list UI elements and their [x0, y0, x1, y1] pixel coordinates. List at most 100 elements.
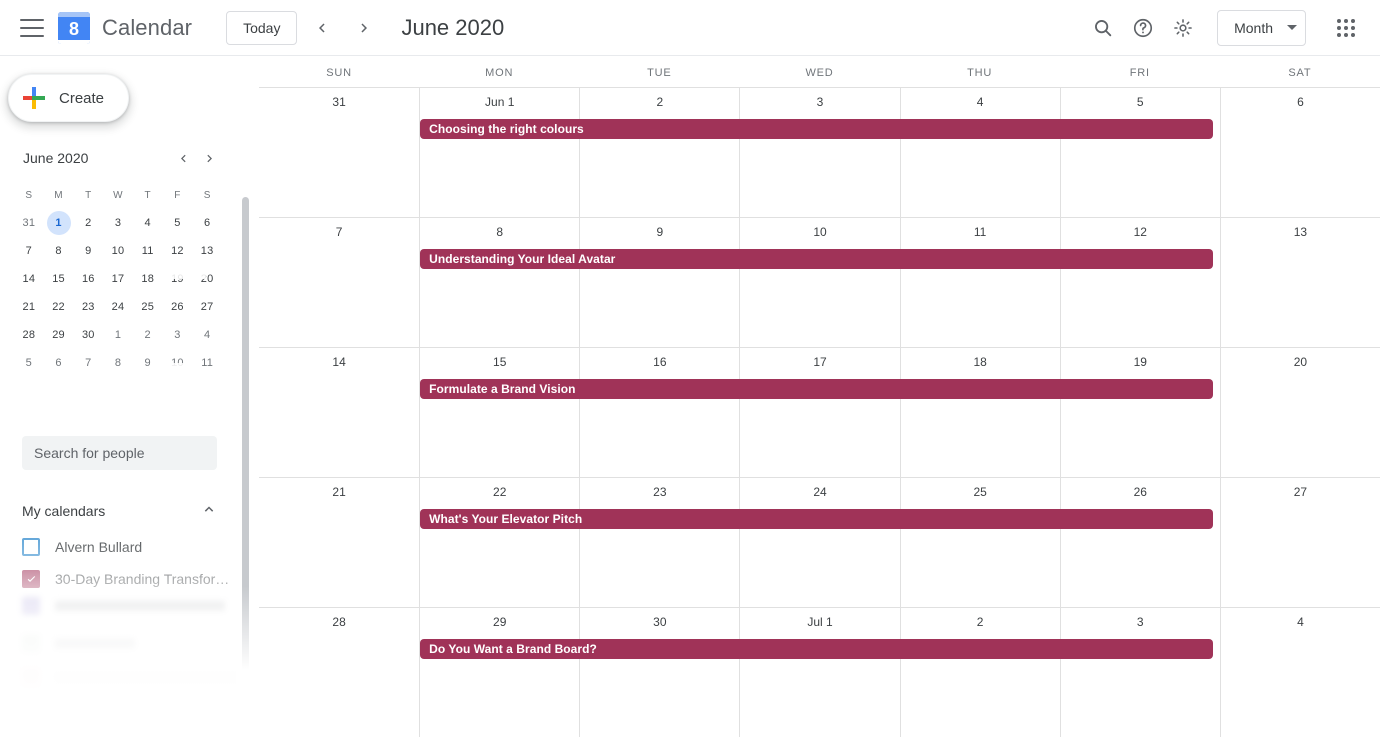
mini-calendar-day[interactable]: 20: [192, 265, 222, 293]
mini-calendar-day[interactable]: 19: [163, 265, 193, 293]
calendar-day-cell[interactable]: 26: [1059, 478, 1220, 607]
mini-calendar-day[interactable]: 5: [14, 349, 44, 377]
calendar-day-number[interactable]: 15: [420, 355, 579, 369]
mini-calendar-day[interactable]: 11: [133, 237, 163, 265]
calendar-day-cell[interactable]: 27: [1219, 478, 1380, 607]
mini-calendar-day[interactable]: 3: [163, 321, 193, 349]
calendar-day-number[interactable]: 26: [1061, 485, 1220, 499]
calendar-day-cell[interactable]: 22: [419, 478, 579, 607]
mini-calendar-day[interactable]: 7: [14, 237, 44, 265]
calendar-checkbox-unchecked[interactable]: [22, 538, 40, 556]
mini-calendar-day[interactable]: 24: [103, 293, 133, 321]
calendar-day-number[interactable]: Jun 1: [420, 95, 579, 109]
mini-calendar-day[interactable]: 5: [163, 209, 193, 237]
mini-calendar-day[interactable]: 6: [44, 349, 74, 377]
calendar-day-number[interactable]: Jul 1: [740, 615, 899, 629]
mini-calendar-day[interactable]: 30: [73, 321, 103, 349]
calendar-day-number[interactable]: 14: [259, 355, 419, 369]
apps-grid-icon[interactable]: [1326, 8, 1366, 48]
mini-calendar-day[interactable]: 16: [73, 265, 103, 293]
calendar-event[interactable]: Understanding Your Ideal Avatar: [420, 249, 1213, 269]
mini-calendar-day[interactable]: 15: [44, 265, 74, 293]
calendar-day-cell[interactable]: 14: [259, 348, 419, 477]
mini-calendar-day[interactable]: 26: [163, 293, 193, 321]
mini-calendar-day[interactable]: 23: [73, 293, 103, 321]
calendar-day-number[interactable]: 24: [740, 485, 899, 499]
today-button[interactable]: Today: [226, 10, 298, 45]
calendar-day-cell[interactable]: 29: [419, 608, 579, 737]
calendar-day-cell[interactable]: 4: [1219, 608, 1380, 737]
view-mode-select[interactable]: Month: [1217, 9, 1306, 46]
mini-calendar-day[interactable]: 1: [103, 321, 133, 349]
calendar-day-cell[interactable]: 13: [1219, 218, 1380, 347]
calendar-day-cell[interactable]: 6: [1219, 88, 1380, 217]
calendar-day-cell[interactable]: 23: [579, 478, 739, 607]
mini-calendar-day[interactable]: 8: [44, 237, 74, 265]
calendar-day-number[interactable]: 22: [420, 485, 579, 499]
mini-calendar-day[interactable]: 4: [192, 321, 222, 349]
mini-calendar-day[interactable]: 1: [44, 209, 74, 237]
calendar-day-cell[interactable]: 12: [1059, 218, 1220, 347]
mini-calendar-day[interactable]: 4: [133, 209, 163, 237]
calendar-day-cell[interactable]: 2: [579, 88, 739, 217]
mini-calendar-day[interactable]: 14: [14, 265, 44, 293]
gear-icon[interactable]: [1163, 8, 1203, 48]
calendar-logo-icon[interactable]: 8: [58, 11, 90, 44]
calendar-day-number[interactable]: 21: [259, 485, 419, 499]
mini-calendar-day[interactable]: 21: [14, 293, 44, 321]
mini-calendar-day[interactable]: 18: [133, 265, 163, 293]
calendar-day-number[interactable]: 2: [580, 95, 739, 109]
calendar-list-item-branding-transformation[interactable]: 30-Day Branding Transfor…: [22, 563, 232, 595]
calendar-day-cell[interactable]: Jun 1: [419, 88, 579, 217]
calendar-day-cell[interactable]: 18: [899, 348, 1060, 477]
help-icon[interactable]: [1123, 8, 1163, 48]
calendar-day-cell[interactable]: 8: [419, 218, 579, 347]
calendar-day-cell[interactable]: 25: [899, 478, 1060, 607]
mini-calendar-day[interactable]: 2: [73, 209, 103, 237]
calendar-day-number[interactable]: 9: [580, 225, 739, 239]
calendar-day-cell[interactable]: 31: [259, 88, 419, 217]
calendar-day-cell[interactable]: 20: [1219, 348, 1380, 477]
calendar-day-number[interactable]: 12: [1061, 225, 1220, 239]
calendar-day-cell[interactable]: 3: [739, 88, 899, 217]
mini-calendar-day[interactable]: 27: [192, 293, 222, 321]
mini-calendar-day[interactable]: 13: [192, 237, 222, 265]
calendar-day-number[interactable]: 4: [901, 95, 1060, 109]
calendar-checkbox-checked[interactable]: [22, 570, 40, 588]
search-for-people-input[interactable]: [22, 436, 217, 470]
calendar-day-cell[interactable]: 16: [579, 348, 739, 477]
mini-calendar-day[interactable]: 9: [73, 237, 103, 265]
mini-calendar-day[interactable]: 29: [44, 321, 74, 349]
mini-calendar-day[interactable]: 28: [14, 321, 44, 349]
calendar-day-number[interactable]: 11: [901, 225, 1060, 239]
previous-period-button[interactable]: [305, 11, 339, 45]
calendar-day-number[interactable]: 6: [1221, 95, 1380, 109]
calendar-event[interactable]: Choosing the right colours: [420, 119, 1213, 139]
mini-calendar-day[interactable]: 2: [133, 321, 163, 349]
mini-calendar-day[interactable]: 22: [44, 293, 74, 321]
calendar-event[interactable]: Do You Want a Brand Board?: [420, 639, 1213, 659]
mini-calendar-day[interactable]: 3: [103, 209, 133, 237]
calendar-day-number[interactable]: 20: [1221, 355, 1380, 369]
mini-calendar-day[interactable]: 11: [192, 349, 222, 377]
mini-calendar-day[interactable]: 25: [133, 293, 163, 321]
calendar-day-cell[interactable]: 7: [259, 218, 419, 347]
calendar-day-number[interactable]: 27: [1221, 485, 1380, 499]
calendar-day-number[interactable]: 13: [1221, 225, 1380, 239]
calendar-day-number[interactable]: 23: [580, 485, 739, 499]
my-calendars-section-header[interactable]: My calendars: [22, 497, 218, 525]
mini-calendar-day[interactable]: 7: [73, 349, 103, 377]
calendar-day-cell[interactable]: 11: [899, 218, 1060, 347]
calendar-day-number[interactable]: 31: [259, 95, 419, 109]
calendar-day-cell[interactable]: 5: [1059, 88, 1220, 217]
calendar-day-cell[interactable]: 17: [739, 348, 899, 477]
calendar-day-number[interactable]: 29: [420, 615, 579, 629]
calendar-day-cell[interactable]: 15: [419, 348, 579, 477]
calendar-day-number[interactable]: 17: [740, 355, 899, 369]
calendar-day-number[interactable]: 2: [901, 615, 1060, 629]
calendar-list-item-alvern-bullard[interactable]: Alvern Bullard: [22, 531, 232, 563]
calendar-day-number[interactable]: 18: [901, 355, 1060, 369]
calendar-day-cell[interactable]: 24: [739, 478, 899, 607]
mini-calendar-next-button[interactable]: [196, 145, 222, 171]
calendar-day-number[interactable]: 30: [580, 615, 739, 629]
